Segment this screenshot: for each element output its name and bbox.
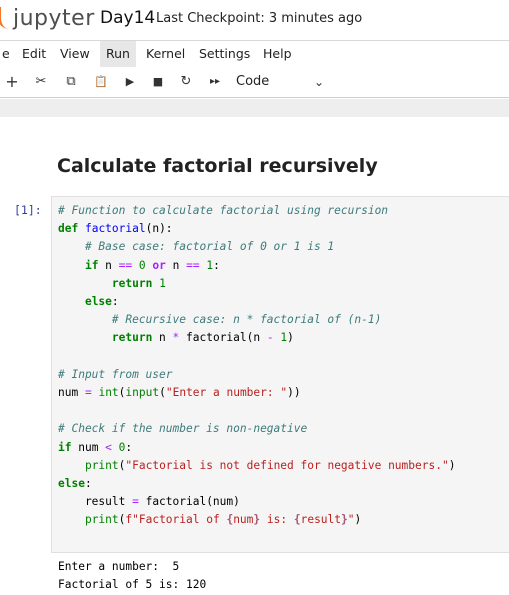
code-text[interactable]: # Function to calculate factorial using … [58,202,455,530]
notebook-header-band [0,99,509,117]
code-line: # Input from user [58,367,173,381]
code-line: result = factorial(num) [58,495,240,509]
jupyter-logo-icon [0,7,9,29]
stop-icon[interactable]: ■ [149,72,167,92]
menu-settings[interactable]: Settings [193,41,256,67]
cell-type-select[interactable]: Code ⌄ [236,71,332,93]
cell-type-value: Code [236,74,270,89]
code-line: # Recursive case: n * factorial of (n-1) [111,313,382,327]
menu-run[interactable]: Run [100,41,136,68]
run-icon[interactable]: ▶ [121,72,139,92]
logo-text: jupyter [13,5,95,31]
paste-icon[interactable]: 📋 [92,72,110,92]
code-line: else: [84,295,119,309]
code-line: print("Factorial is not defined for nega… [84,458,456,472]
code-line: # Function to calculate factorial using … [58,204,389,217]
code-line: if n == 0 or n == 1: [84,258,220,272]
code-line: return n * factorial(n - 1) [111,331,294,345]
notebook-toolbar: + ✂ ⧉ 📋 ▶ ■ ↻ ▸▸ Code ⌄ [0,67,509,98]
restart-icon[interactable]: ↻ [177,72,195,92]
checkpoint-status: Last Checkpoint: 3 minutes ago [156,11,363,26]
cell-output: Enter a number: 5 Factorial of 5 is: 120 [58,558,206,594]
output-line: Enter a number: 5 [58,560,180,573]
menu-help[interactable]: Help [257,41,298,67]
menu-edit[interactable]: Edit [16,41,52,67]
menu-bar: e Edit View Run Kernel Settings Help [0,40,509,68]
code-line: # Check if the number is non-negative [58,422,308,436]
execution-prompt: [1]: [14,203,42,217]
output-line: Factorial of 5 is: 120 [58,578,207,591]
code-line: else: [58,477,92,491]
top-bar: jupyter Day14 Last Checkpoint: 3 minutes… [0,0,509,38]
code-line: num = int(input("Enter a number: ")) [58,386,301,400]
code-line: # Base case: factorial of 0 or 1 is 1 [84,240,335,254]
menu-kernel[interactable]: Kernel [140,41,191,67]
code-line: def factorial(n): [58,222,173,236]
chevron-down-icon: ⌄ [313,75,324,89]
menu-view[interactable]: View [54,41,96,67]
jupyter-logo[interactable]: jupyter [0,2,95,34]
code-line: print(f"Factorial of {num} is: {result}"… [84,513,362,527]
code-line: return 1 [111,276,166,290]
markdown-heading[interactable]: Calculate factorial recursively [57,155,378,177]
run-all-icon[interactable]: ▸▸ [206,72,224,92]
menu-file[interactable]: e [0,41,16,67]
copy-icon[interactable]: ⧉ [62,72,80,92]
add-cell-icon[interactable]: + [3,72,21,92]
code-line: if num < 0: [58,440,133,454]
notebook-title[interactable]: Day14 [100,8,155,28]
cut-icon[interactable]: ✂ [32,72,50,92]
